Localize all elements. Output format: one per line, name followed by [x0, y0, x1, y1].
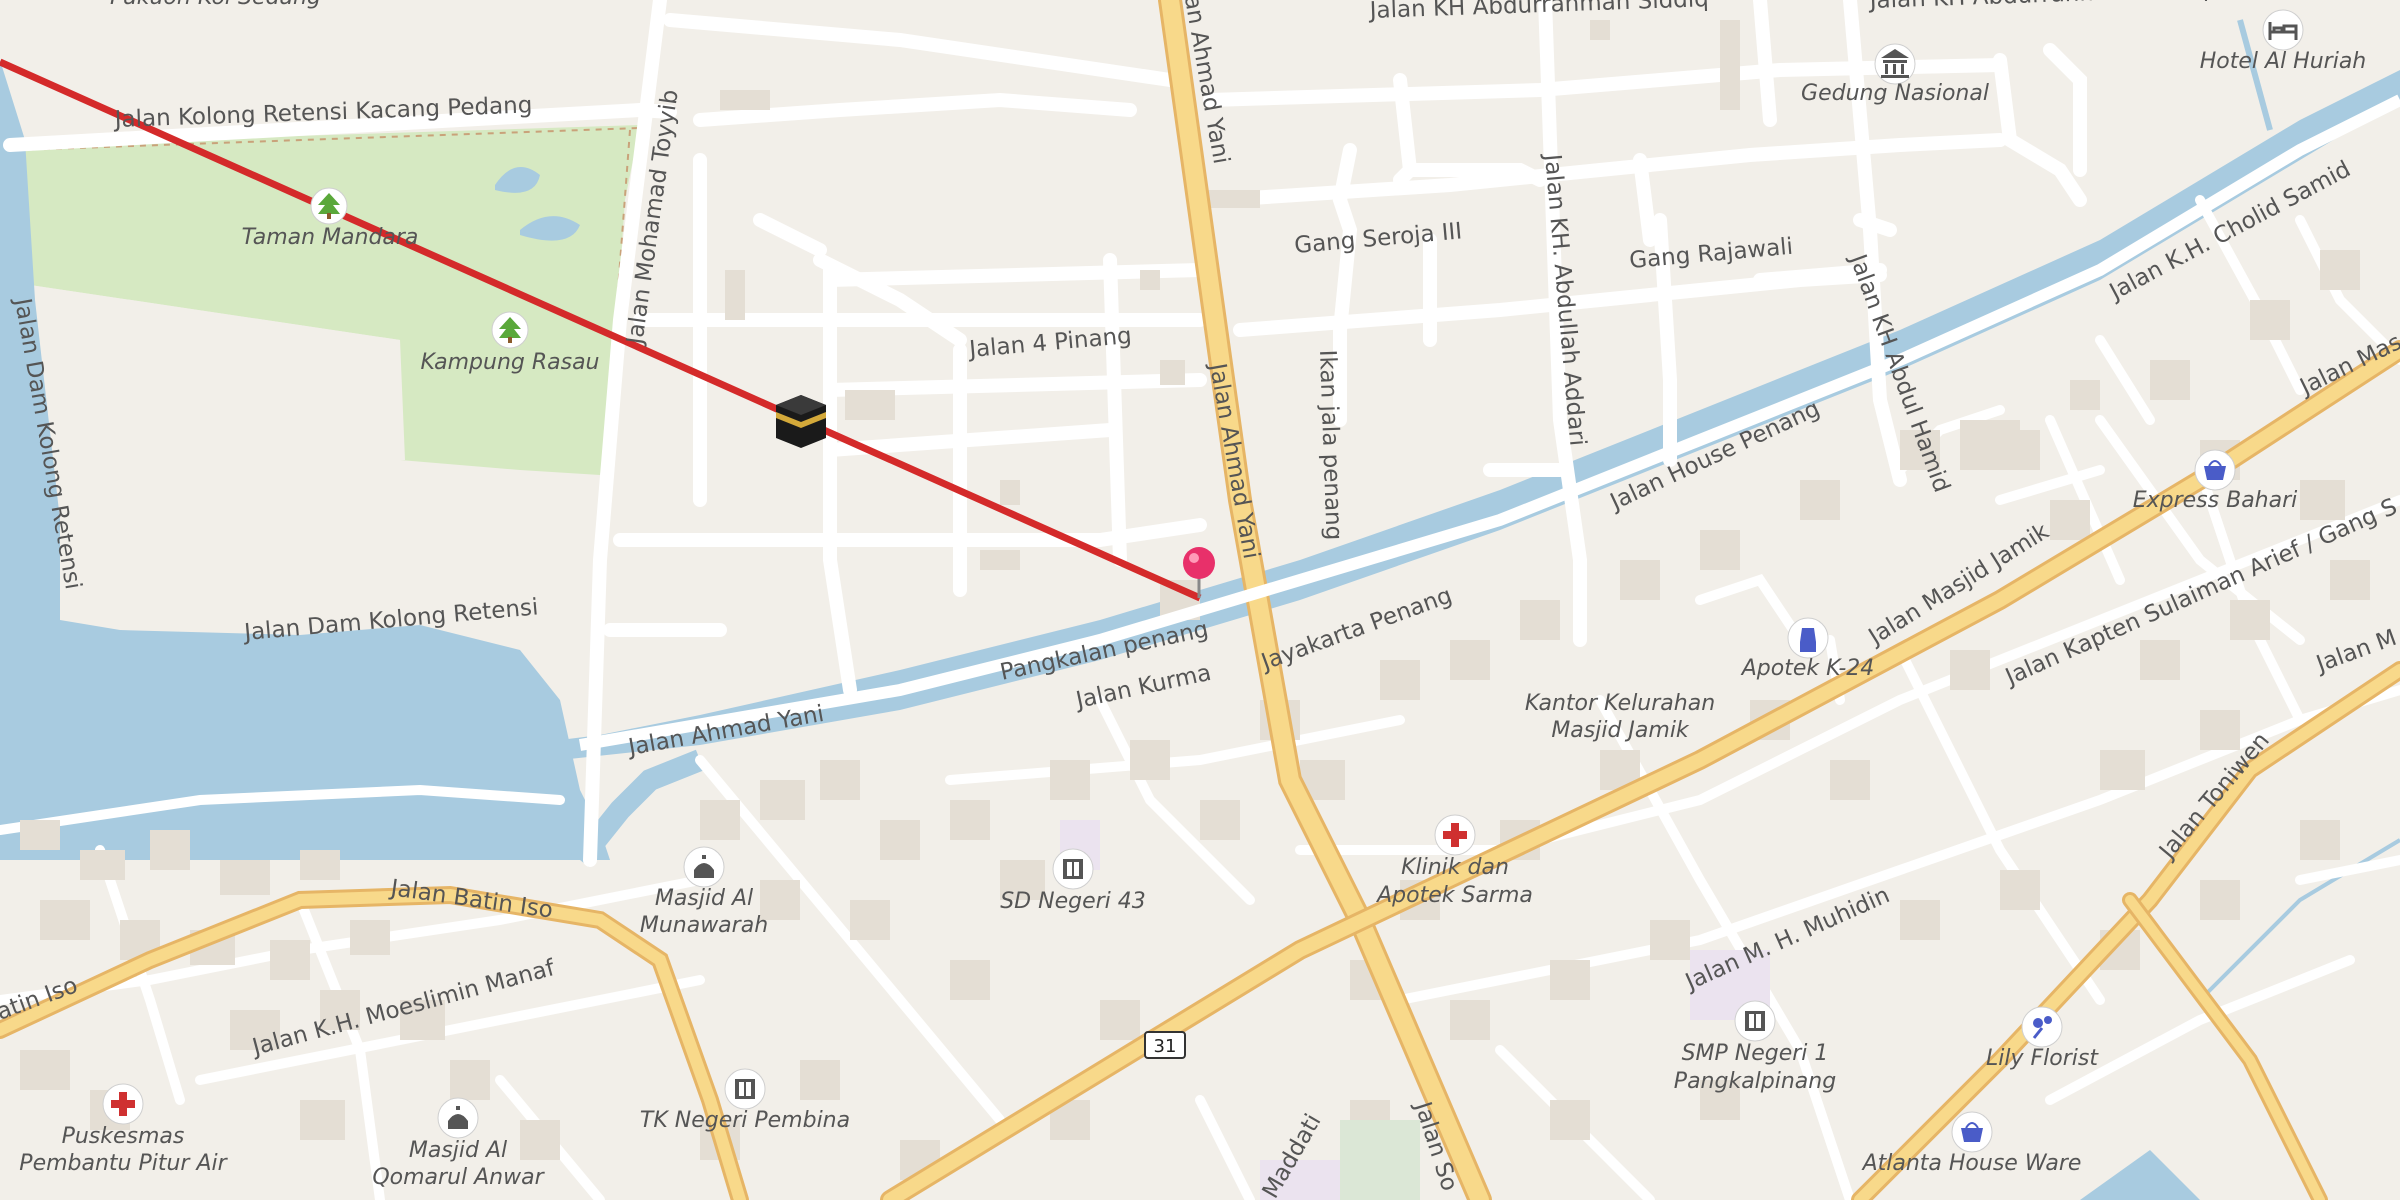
- poi-label: SMP Negeri 1: [1682, 1041, 1829, 1066]
- hotel-icon[interactable]: [2262, 9, 2304, 51]
- poi-label: Munawarah: [640, 913, 768, 938]
- kaaba-marker-icon[interactable]: [776, 395, 826, 448]
- poi-label: Taman Mandara: [242, 225, 419, 250]
- poi-label: Klinik dan: [1401, 855, 1509, 880]
- street-label: Jalan Batin Iso: [387, 875, 554, 924]
- school-icon[interactable]: [724, 1068, 766, 1110]
- poi-label: SD Negeri 43: [1000, 889, 1146, 914]
- poi-label: Apotek Sarma: [1375, 883, 1533, 908]
- pharmacy-icon[interactable]: [1787, 617, 1829, 659]
- school-icon[interactable]: [1052, 848, 1094, 890]
- street-label: Ikan jala penang: [1314, 349, 1347, 540]
- poi-label: Masjid Jamik: [1551, 718, 1690, 743]
- shopping-bag-icon[interactable]: [2194, 449, 2236, 491]
- street-label: Jalan Kurma: [1072, 660, 1214, 714]
- poi-label: Kampung Rasau: [420, 350, 599, 375]
- poi-label: Qomarul Anwar: [372, 1165, 545, 1190]
- poi-label: Masjid Al: [655, 886, 753, 911]
- monument-icon[interactable]: [1874, 43, 1916, 85]
- poi-label: Pembantu Pitur Air: [19, 1151, 228, 1176]
- shopping-bag-icon[interactable]: [1951, 1111, 1993, 1153]
- clinic-icon[interactable]: [1434, 814, 1476, 856]
- poi-label: Masjid Al: [409, 1138, 507, 1163]
- poi-label: Pakuon Kol Sedang: [110, 0, 321, 10]
- poi-label: Hotel Al Huriah: [2200, 49, 2367, 74]
- poi-label: Express Bahari: [2133, 488, 2298, 513]
- poi-label: Pangkalpinang: [1674, 1069, 1836, 1094]
- map-svg[interactable]: Jalan Kolong Retensi Kacang Pedang Jalan…: [0, 0, 2400, 1200]
- poi-label: TK Negeri Pembina: [640, 1108, 850, 1133]
- green-patch: [1340, 1120, 1420, 1200]
- poi-label: Puskesmas: [62, 1124, 185, 1149]
- street-label: Jalan KH Abdurrahman Siddiq: [1867, 0, 2209, 14]
- route-shield: 31: [1144, 1031, 1186, 1059]
- poi-label: Kantor Kelurahan: [1525, 691, 1715, 716]
- street-label: Jalan KH Abdurrahman Siddiq: [1367, 0, 1709, 24]
- park-area: [15, 125, 641, 475]
- mosque-icon[interactable]: [437, 1097, 479, 1139]
- poi-label: Gedung Nasional: [1801, 81, 1989, 106]
- svg-text:31: 31: [1154, 1036, 1177, 1057]
- florist-icon[interactable]: [2021, 1006, 2063, 1048]
- mosque-icon[interactable]: [683, 846, 725, 888]
- street-label: Gang Seroja III: [1293, 218, 1463, 259]
- poi-label: Lily Florist: [1986, 1046, 2099, 1071]
- school-icon[interactable]: [1734, 1000, 1776, 1042]
- map-canvas[interactable]: Jalan Kolong Retensi Kacang Pedang Jalan…: [0, 0, 2400, 1200]
- tree-icon[interactable]: [491, 311, 529, 349]
- hospital-icon[interactable]: [102, 1083, 144, 1125]
- poi-label: Apotek K-24: [1740, 656, 1875, 681]
- street-label: Jalan Ahmad Yani: [1204, 360, 1264, 561]
- tree-icon[interactable]: [310, 187, 348, 225]
- poi-label: Atlanta House Ware: [1861, 1151, 2082, 1176]
